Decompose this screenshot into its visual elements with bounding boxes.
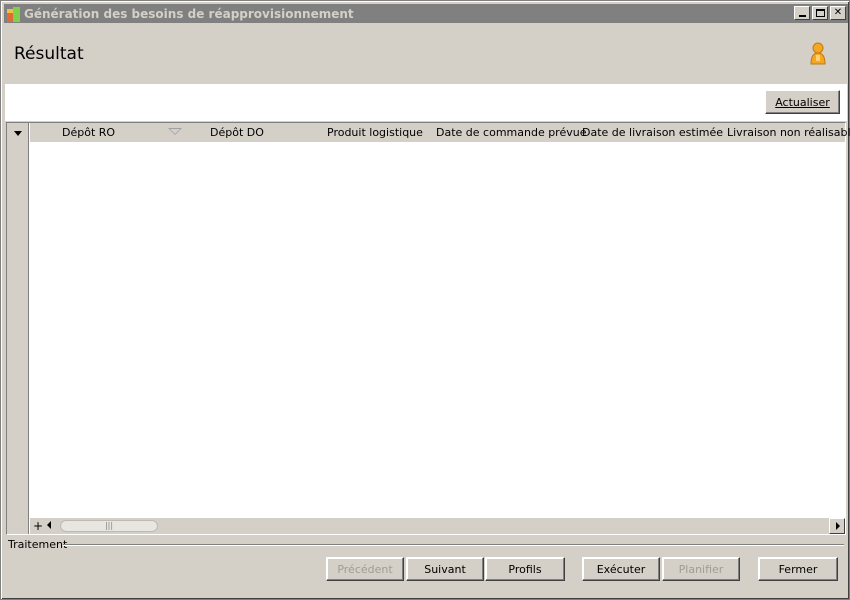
refresh-button[interactable]: Actualiser [765,90,840,114]
column-header-product[interactable]: Produit logistique [327,126,423,139]
previous-button[interactable]: Précédent [326,557,404,581]
minimize-button[interactable] [794,6,810,20]
column-header-order-date[interactable]: Date de commande prévue [436,126,586,139]
scroll-thumb[interactable]: ||| [60,520,158,532]
scroll-right-icon [836,522,840,530]
close-window-button[interactable]: ✕ [830,6,846,20]
profiles-button[interactable]: Profils [485,557,565,581]
sort-icon[interactable] [168,128,182,135]
column-header-depot-do[interactable]: Dépôt DO [210,126,264,139]
window-title: Génération des besoins de réapprovisionn… [24,6,354,21]
row-selector-column [7,123,29,534]
column-chooser-icon[interactable] [14,131,22,136]
toolbar: Actualiser [5,84,847,121]
grid-body[interactable] [30,142,845,518]
main-window: Génération des besoins de réapprovisionn… [0,0,850,600]
page-title: Résultat [14,44,84,64]
user-icon[interactable] [809,42,827,66]
section-divider [63,544,844,546]
maximize-button[interactable] [812,6,828,20]
processing-section-label: Traitement [8,538,68,551]
scroll-left-icon[interactable] [47,521,51,529]
column-header-delivery-unfeasible[interactable]: Livraison non réalisable [727,126,850,139]
maximize-icon [815,9,825,17]
schedule-button[interactable]: Planifier [662,557,740,581]
column-header-delivery-date[interactable]: Date de livraison estimée [582,126,723,139]
add-row-button[interactable]: + [31,518,45,534]
horizontal-scrollbar[interactable]: + ||| [30,518,845,534]
title-bar[interactable]: Génération des besoins de réapprovisionn… [4,4,848,23]
execute-button[interactable]: Exécuter [582,557,660,581]
column-header-depot-ro[interactable]: Dépôt RO [62,126,115,139]
app-icon [5,6,21,22]
grid-header: Dépôt RO Dépôt DO Produit logistique Dat… [30,123,850,142]
header: Résultat [5,24,847,82]
close-button[interactable]: Fermer [758,557,838,581]
close-icon: ✕ [833,7,843,18]
minimize-icon [798,15,806,17]
results-grid: Dépôt RO Dépôt DO Produit logistique Dat… [6,122,850,535]
scroll-right-button[interactable] [829,518,845,534]
next-button[interactable]: Suivant [406,557,484,581]
window-controls: ✕ [792,6,846,20]
